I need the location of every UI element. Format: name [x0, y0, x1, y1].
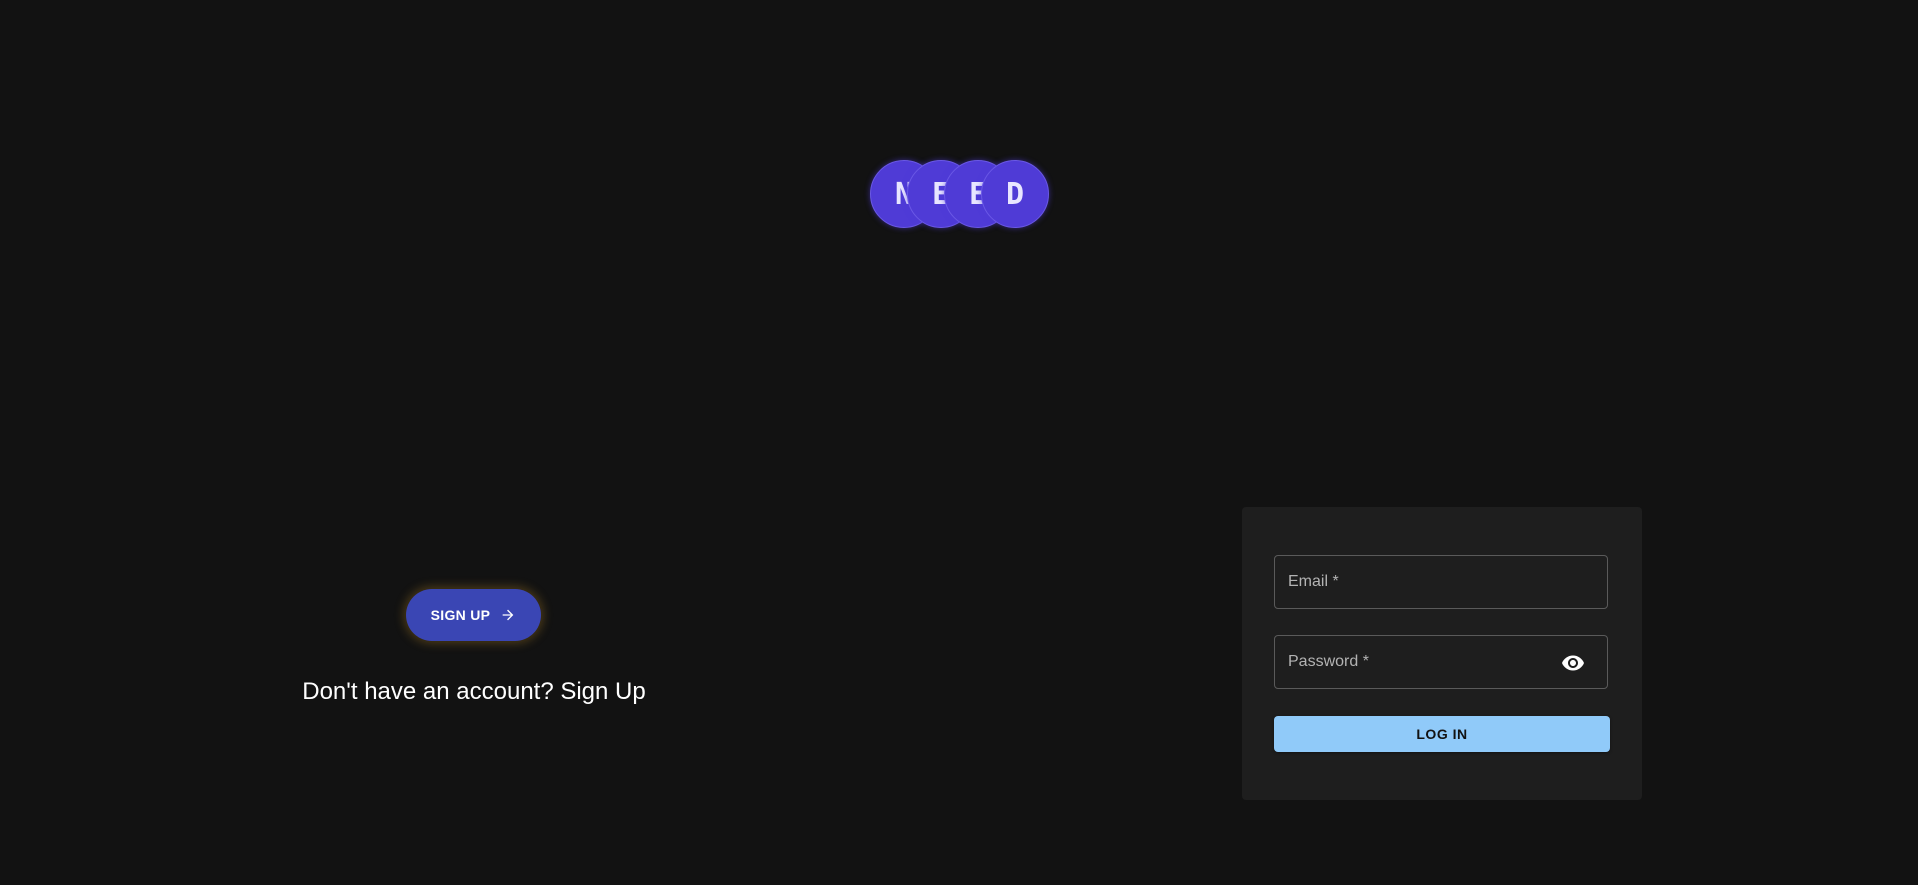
- password-input[interactable]: [1275, 636, 1607, 688]
- sign-up-prompt[interactable]: Don't have an account? Sign Up: [300, 678, 648, 706]
- login-page: N E E D SIGN UP Don't have an account? S…: [0, 0, 1918, 885]
- need-logo: N E E D: [870, 160, 1049, 228]
- password-field[interactable]: Password *: [1274, 635, 1608, 689]
- logo-letter: D: [981, 160, 1049, 228]
- sign-up-button-label: SIGN UP: [430, 607, 491, 623]
- email-input[interactable]: [1275, 556, 1607, 608]
- login-card: Email * Password * LOG IN: [1242, 507, 1642, 800]
- log-in-button[interactable]: LOG IN: [1274, 716, 1610, 752]
- email-field[interactable]: Email *: [1274, 555, 1608, 609]
- eye-icon[interactable]: [1561, 651, 1585, 675]
- arrow-right-icon: [502, 609, 514, 621]
- sign-up-button[interactable]: SIGN UP: [406, 589, 541, 641]
